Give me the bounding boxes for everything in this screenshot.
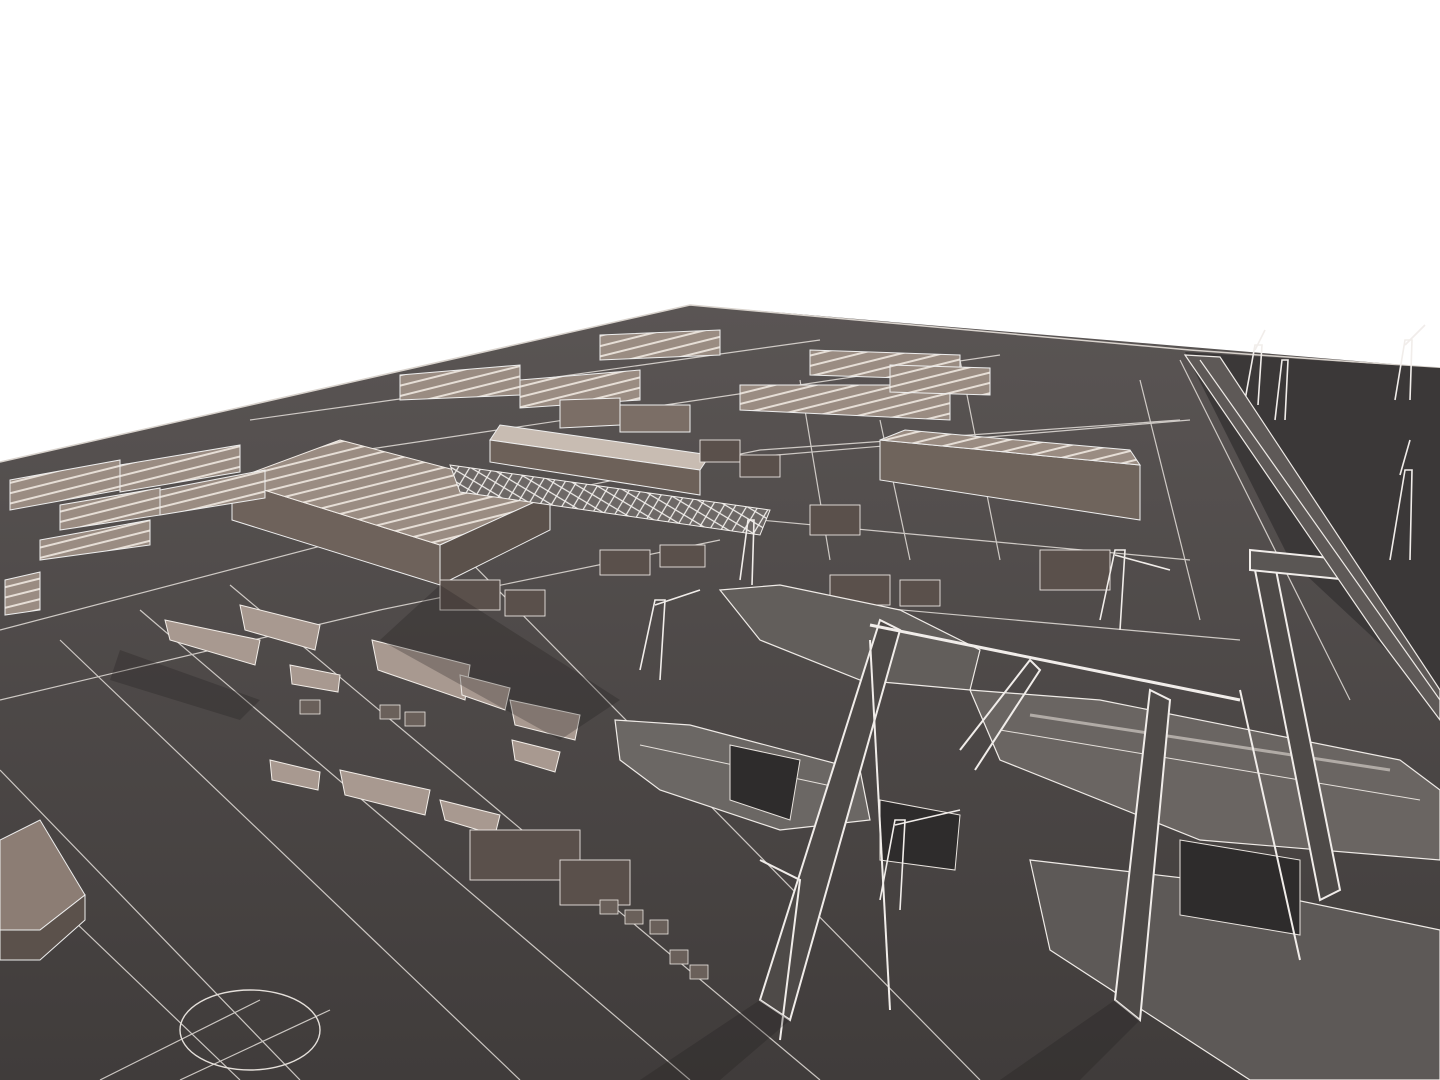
shipyard-scene	[0, 0, 1440, 1080]
